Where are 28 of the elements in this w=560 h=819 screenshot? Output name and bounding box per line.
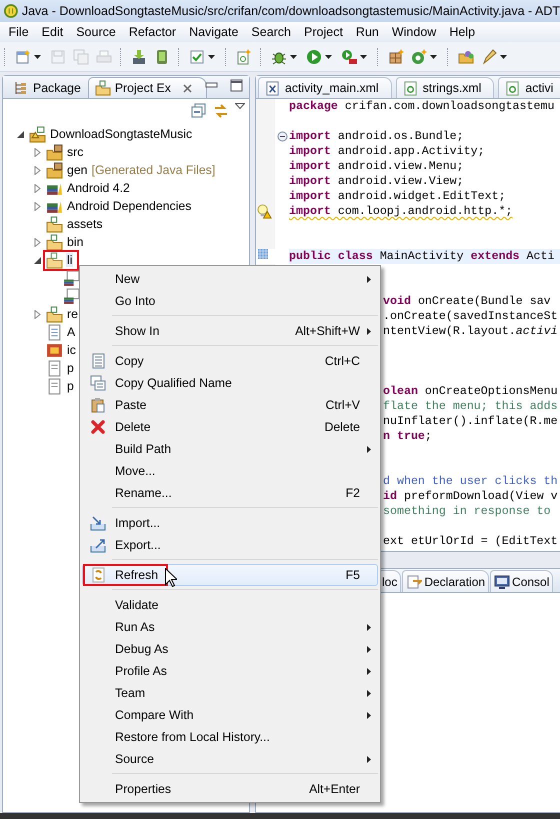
window-title: Java - DownloadSongtasteMusic/src/crifan/com/downloadsongtastemusic/MainActivity.java - ADT — [22, 4, 560, 18]
code-line: olean onCreateOptionsMenu — [383, 385, 558, 398]
code-line: .onCreate(savedInstanceSt — [383, 310, 558, 323]
code-line: something in response to — [383, 505, 551, 518]
code-line: import android.view.View; — [289, 175, 464, 188]
code-line: n true; — [383, 430, 432, 443]
shortcut-label: Alt+Shift+W — [295, 324, 360, 338]
code-line: nuInflater().inflate(R.me — [383, 415, 558, 428]
shortcut-label: Ctrl+V — [325, 398, 360, 412]
code-line: package crifan.com.downloadsongtastemu — [289, 100, 554, 113]
code-line: d when the user clicks th — [383, 475, 558, 488]
code-line: import com.loopj.android.http.*; — [289, 205, 513, 218]
code-line: ext etUrlOrId = (EditText — [383, 535, 558, 548]
shortcut-label: Delete — [324, 420, 360, 434]
shortcut-label: F5 — [346, 568, 360, 582]
code-line: flate the menu; this adds — [383, 400, 558, 413]
code-line: id preformDownload(View v — [383, 490, 558, 503]
shortcut-label: Alt+Enter — [309, 782, 360, 796]
shortcut-label: F2 — [346, 486, 360, 500]
shortcut-label: Ctrl+C — [324, 354, 360, 368]
code-line: void onCreate(Bundle sav — [383, 295, 551, 308]
code-line: import android.view.Menu; — [289, 160, 464, 173]
code-line: import android.app.Activity; — [289, 145, 485, 158]
code-line: ntentView(R.layout.activi — [383, 325, 558, 338]
code-line: public class MainActivity extends Acti — [289, 250, 554, 263]
decoration-label: [Generated Java Files] — [92, 163, 216, 177]
code-line: import android.os.Bundle; — [289, 130, 464, 143]
code-line: import android.widget.EditText; — [289, 190, 506, 203]
